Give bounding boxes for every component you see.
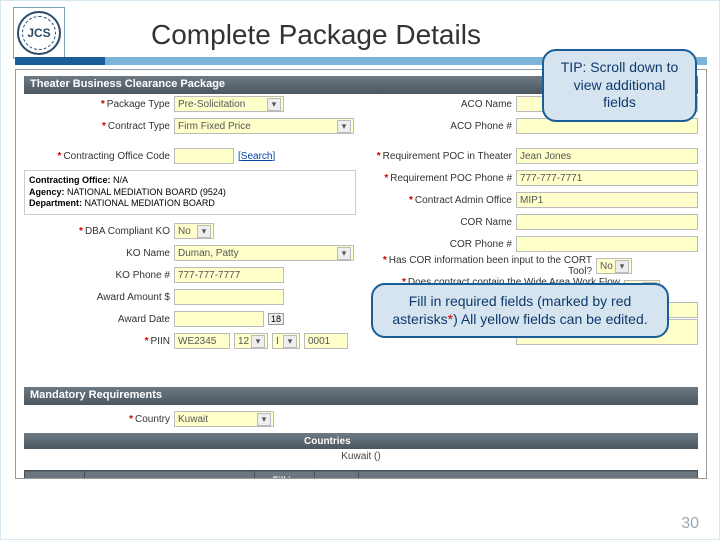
calendar-icon[interactable]: 18 xyxy=(268,313,284,325)
country-select[interactable]: Kuwait xyxy=(174,411,274,427)
section-header-mandatory: Mandatory Requirements xyxy=(24,387,698,405)
contracting-office-info: Contracting Office: N/A Agency: NATIONAL… xyxy=(24,170,356,215)
tip-callout: TIP: Scroll down to view additional fiel… xyxy=(542,49,697,122)
page-title: Complete Package Details xyxy=(151,19,481,51)
piin-part3-select[interactable]: I xyxy=(272,333,300,349)
label-cor-phone: COR Phone # xyxy=(450,239,512,250)
label-package-type: Package Type xyxy=(107,99,170,110)
logo-text: JCS xyxy=(17,11,61,55)
th-fill-in: Fill in SOW/RFP Guide Page For N/A xyxy=(255,471,315,479)
contracting-office-code-input[interactable] xyxy=(174,148,234,164)
th-clause-title: Clause Title xyxy=(85,471,255,479)
piin-part4-input[interactable]: 0001 xyxy=(304,333,348,349)
label-dba-ko: DBA Compliant KO xyxy=(85,226,170,237)
label-award-date: Award Date xyxy=(118,314,170,325)
label-contract-type: Contract Type xyxy=(108,121,170,132)
fill-callout: Fill in required fields (marked by red a… xyxy=(371,283,669,338)
ko-phone-input[interactable]: 777-777-7777 xyxy=(174,267,284,283)
ko-name-select[interactable]: Duman, Patty xyxy=(174,245,354,261)
th-prescription: Prescription (See Contracting Officer's … xyxy=(359,471,698,479)
req-poc-phone-input[interactable]: 777-777-7771 xyxy=(516,170,698,186)
req-poc-name-input[interactable]: Jean Jones xyxy=(516,148,698,164)
award-date-input[interactable] xyxy=(174,311,264,327)
label-country: Country xyxy=(135,414,170,425)
package-type-select[interactable]: Pre-Solicitation xyxy=(174,96,284,112)
clause-table: Clause Number Clause Title Fill in SOW/R… xyxy=(24,470,698,479)
page-number: 30 xyxy=(681,515,699,533)
contract-admin-input[interactable]: MIP1 xyxy=(516,192,698,208)
label-contracting-office-code: Contracting Office Code xyxy=(63,151,170,162)
countries-item: Kuwait () xyxy=(24,449,698,464)
label-aco-name: ACO Name xyxy=(461,99,512,110)
th-kos-guide: KO's Guide Page Ref. xyxy=(315,471,359,479)
label-req-poc-name: Requirement POC in Theater xyxy=(383,151,512,162)
label-ko-phone: KO Phone # xyxy=(116,270,170,281)
logo: JCS xyxy=(13,7,65,59)
label-aco-phone: ACO Phone # xyxy=(450,121,512,132)
contract-type-select[interactable]: Firm Fixed Price xyxy=(174,118,354,134)
label-ko-name: KO Name xyxy=(126,248,170,259)
form-area: Theater Business Clearance Package *Pack… xyxy=(15,69,707,479)
label-contract-admin: Contract Admin Office xyxy=(415,195,512,206)
cor-phone-input[interactable] xyxy=(516,236,698,252)
label-award-amount: Award Amount $ xyxy=(97,292,170,303)
label-piin: PIIN xyxy=(151,336,170,347)
dba-ko-select[interactable]: No xyxy=(174,223,214,239)
search-link[interactable]: [Search] xyxy=(238,151,275,162)
label-req-poc-phone: Requirement POC Phone # xyxy=(390,173,512,184)
piin-part2-select[interactable]: 12 xyxy=(234,333,268,349)
award-amount-input[interactable] xyxy=(174,289,284,305)
label-cort-input: Has COR information been input to the CO… xyxy=(389,255,592,277)
label-cor-name: COR Name xyxy=(460,217,512,228)
piin-part1-input[interactable]: WE2345 xyxy=(174,333,230,349)
cor-name-input[interactable] xyxy=(516,214,698,230)
th-clause-number: Clause Number xyxy=(25,471,85,479)
cort-input-select[interactable]: No xyxy=(596,258,632,274)
countries-header: Countries xyxy=(24,433,698,449)
